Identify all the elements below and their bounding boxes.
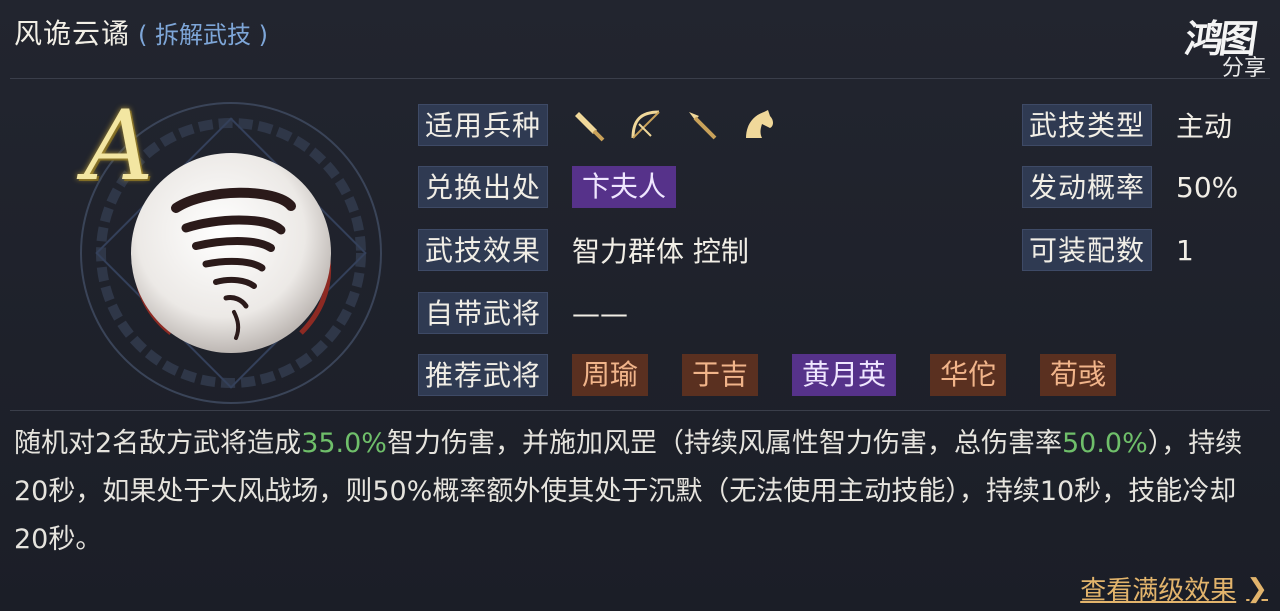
- recommend-tag[interactable]: 周瑜: [572, 354, 649, 396]
- recommend-label: 推荐武将: [418, 354, 549, 396]
- row-recommend: 推荐武将 周瑜 于吉 黄月英 华佗 荀彧: [418, 354, 1150, 396]
- recommend-list: 周瑜 于吉 黄月英 华佗 荀彧: [572, 354, 1150, 396]
- chevron-right-icon[interactable]: ❯: [1246, 574, 1268, 604]
- recommend-tag[interactable]: 于吉: [682, 354, 759, 396]
- type-label: 武技类型: [1022, 104, 1153, 146]
- skill-panel: 风诡云谲 ( 拆解武技 ) 鸿图 分享 A 适用兵种 兑换出处 卞夫人 武技效果…: [0, 0, 1280, 611]
- sword-icon: [572, 107, 608, 143]
- recommend-tag[interactable]: 华佗: [930, 354, 1007, 396]
- source-tag[interactable]: 卞夫人: [572, 166, 677, 208]
- view-max-level-link[interactable]: 查看满级效果 ❯: [1080, 570, 1268, 607]
- skill-grade: A: [84, 90, 154, 202]
- view-max-level-label[interactable]: 查看满级效果: [1080, 570, 1236, 607]
- row-equip: 可装配数 1: [1022, 229, 1194, 271]
- effect-value: 智力群体 控制: [572, 235, 749, 268]
- skill-title: 风诡云谲: [14, 17, 131, 50]
- recommend-tag[interactable]: 黄月英: [792, 354, 897, 396]
- troop-label: 适用兵种: [418, 104, 549, 146]
- divider: [10, 78, 1270, 79]
- row-chance: 发动概率 50%: [1022, 166, 1238, 208]
- row-source: 兑换出处 卞夫人: [418, 166, 710, 208]
- spear-icon: [684, 107, 720, 143]
- troop-icons: [572, 107, 796, 143]
- row-effect: 武技效果 智力群体 控制: [418, 229, 749, 271]
- divider: [10, 410, 1270, 411]
- effect-label: 武技效果: [418, 229, 549, 271]
- desc-highlight: 35.0%: [301, 428, 387, 459]
- desc-text: 智力伤害，并施加风罡（持续风属性智力伤害，总伤害率: [386, 428, 1062, 459]
- row-type: 武技类型 主动: [1022, 104, 1232, 146]
- desc-highlight: 50.0%: [1061, 428, 1148, 459]
- row-troop: 适用兵种: [418, 104, 796, 146]
- desc-text: 随机对2名敌方武将造成: [14, 428, 302, 459]
- chance-label: 发动概率: [1022, 166, 1153, 208]
- equip-value: 1: [1176, 233, 1194, 267]
- bow-icon: [628, 107, 664, 143]
- chance-value: 50%: [1176, 170, 1239, 204]
- title-bar: 风诡云谲 ( 拆解武技 ): [14, 12, 268, 52]
- equip-label: 可装配数: [1022, 229, 1153, 271]
- horse-icon: [740, 107, 776, 143]
- skill-subtitle: ( 拆解武技 ): [138, 21, 268, 49]
- row-native: 自带武将 ——: [418, 292, 628, 334]
- brand-share[interactable]: 鸿图 分享: [1152, 6, 1272, 81]
- native-value: ——: [572, 296, 629, 330]
- source-label: 兑换出处: [418, 166, 549, 208]
- native-label: 自带武将: [418, 292, 549, 334]
- type-value: 主动: [1176, 110, 1233, 143]
- skill-description: 随机对2名敌方武将造成35.0%智力伤害，并施加风罡（持续风属性智力伤害，总伤害…: [14, 420, 1266, 564]
- recommend-tag[interactable]: 荀彧: [1040, 354, 1117, 396]
